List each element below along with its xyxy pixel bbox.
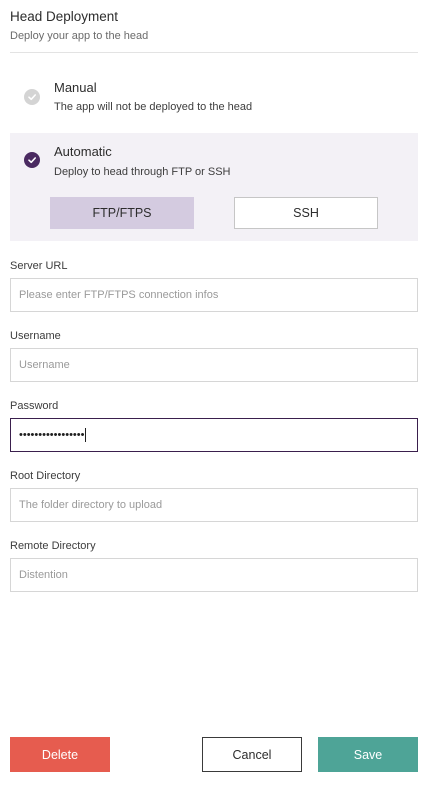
password-field: Password •••••••••••••••••: [10, 399, 418, 452]
password-input[interactable]: •••••••••••••••••: [10, 418, 418, 452]
root-directory-label: Root Directory: [10, 470, 81, 482]
delete-button[interactable]: Delete: [10, 737, 110, 772]
deploy-option-automatic[interactable]: Automatic Deploy to head through FTP or …: [10, 133, 418, 241]
username-field: Username Username: [10, 329, 418, 382]
username-input[interactable]: Username: [10, 348, 418, 382]
option-description: Deploy to head through FTP or SSH: [54, 166, 231, 178]
protocol-ssh-button[interactable]: SSH: [234, 197, 378, 229]
page-title: Head Deployment: [10, 9, 119, 24]
remote-directory-placeholder: Distention: [19, 569, 68, 581]
server-url-placeholder: Please enter FTP/FTPS connection infos: [19, 289, 219, 301]
password-value: •••••••••••••••••: [19, 429, 85, 441]
username-label: Username: [10, 330, 61, 342]
panel-header: Head Deployment Deploy your app to the h…: [10, 8, 418, 44]
server-url-input[interactable]: Please enter FTP/FTPS connection infos: [10, 278, 418, 312]
head-deployment-panel: Head Deployment Deploy your app to the h…: [0, 0, 432, 791]
page-subtitle: Deploy your app to the head: [10, 30, 149, 42]
remote-directory-field: Remote Directory Distention: [10, 539, 418, 592]
remote-directory-input[interactable]: Distention: [10, 558, 418, 592]
root-directory-placeholder: The folder directory to upload: [19, 499, 163, 511]
check-circle-icon[interactable]: [24, 89, 40, 105]
username-placeholder: Username: [19, 359, 70, 371]
root-directory-field: Root Directory The folder directory to u…: [10, 469, 418, 522]
server-url-field: Server URL Please enter FTP/FTPS connect…: [10, 259, 418, 312]
server-url-label: Server URL: [10, 260, 68, 272]
option-description: The app will not be deployed to the head: [54, 101, 253, 113]
save-button[interactable]: Save: [318, 737, 418, 772]
deploy-option-manual[interactable]: Manual The app will not be deployed to t…: [10, 70, 418, 126]
text-caret: [85, 428, 87, 442]
cancel-button[interactable]: Cancel: [202, 737, 302, 772]
root-directory-input[interactable]: The folder directory to upload: [10, 488, 418, 522]
remote-directory-label: Remote Directory: [10, 540, 96, 552]
protocol-ftp-button[interactable]: FTP/FTPS: [50, 197, 194, 229]
check-circle-icon[interactable]: [24, 152, 40, 168]
header-divider: [10, 52, 418, 53]
option-title: Automatic: [54, 144, 112, 159]
option-title: Manual: [54, 80, 97, 95]
password-label: Password: [10, 400, 59, 412]
